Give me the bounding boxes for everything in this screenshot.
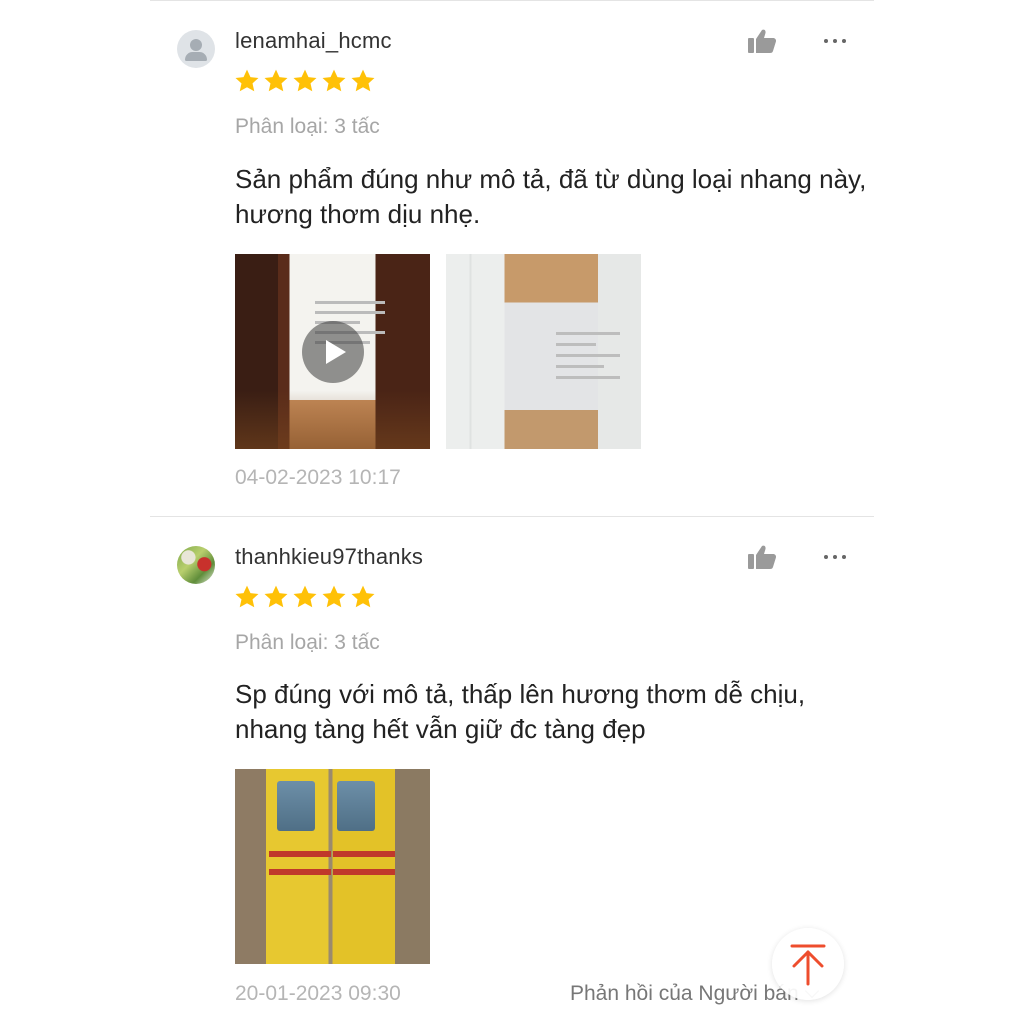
star-icon — [351, 585, 375, 608]
seller-reply-label: Phản hồi của Người bán — [570, 982, 799, 1005]
star-icon — [351, 69, 375, 92]
review-image-thumbnail[interactable] — [235, 769, 430, 964]
review-video-thumbnail[interactable] — [235, 254, 430, 449]
arrow-up-to-top-icon — [790, 944, 826, 986]
thumbs-up-icon[interactable] — [747, 28, 777, 54]
scroll-to-top-button[interactable] — [772, 928, 844, 1000]
star-icon — [264, 585, 288, 608]
star-icon — [293, 585, 317, 608]
review-timestamp: 04-02-2023 10:17 — [235, 466, 401, 489]
star-icon — [322, 585, 346, 608]
review-timestamp: 20-01-2023 09:30 — [235, 982, 401, 1005]
variation-label: Phân loại: 3 tấc — [235, 115, 380, 138]
user-silhouette-icon — [190, 39, 202, 51]
play-icon[interactable] — [302, 321, 364, 383]
star-icon — [235, 585, 259, 608]
star-rating — [234, 68, 376, 94]
review-comment: Sp đúng với mô tả, thấp lên hương thơm d… — [235, 679, 806, 744]
review-item: thanhkieu97thanks Phân loại: 3 tấc Sp đú… — [150, 516, 874, 1024]
reviewer-username: thanhkieu97thanks — [235, 544, 424, 569]
star-icon — [293, 69, 317, 92]
star-icon — [264, 69, 288, 92]
star-icon — [322, 69, 346, 92]
avatar[interactable] — [177, 30, 215, 68]
reviewer-username: lenamhai_hcmc — [235, 28, 392, 53]
variation-label: Phân loại: 3 tấc — [235, 631, 380, 654]
thumbs-up-icon[interactable] — [747, 544, 777, 570]
star-rating — [234, 584, 376, 610]
review-comment: Sản phẩm đúng như mô tả, đã từ dùng loại… — [235, 164, 867, 229]
review-item: lenamhai_hcmc Phân loại: 3 tấc Sản phẩm … — [150, 0, 874, 516]
avatar[interactable] — [177, 546, 215, 584]
review-image-thumbnail[interactable] — [446, 254, 641, 449]
star-icon — [235, 69, 259, 92]
more-options-icon[interactable] — [822, 37, 850, 45]
more-options-icon[interactable] — [822, 553, 850, 561]
reviews-list: lenamhai_hcmc Phân loại: 3 tấc Sản phẩm … — [150, 0, 874, 1024]
